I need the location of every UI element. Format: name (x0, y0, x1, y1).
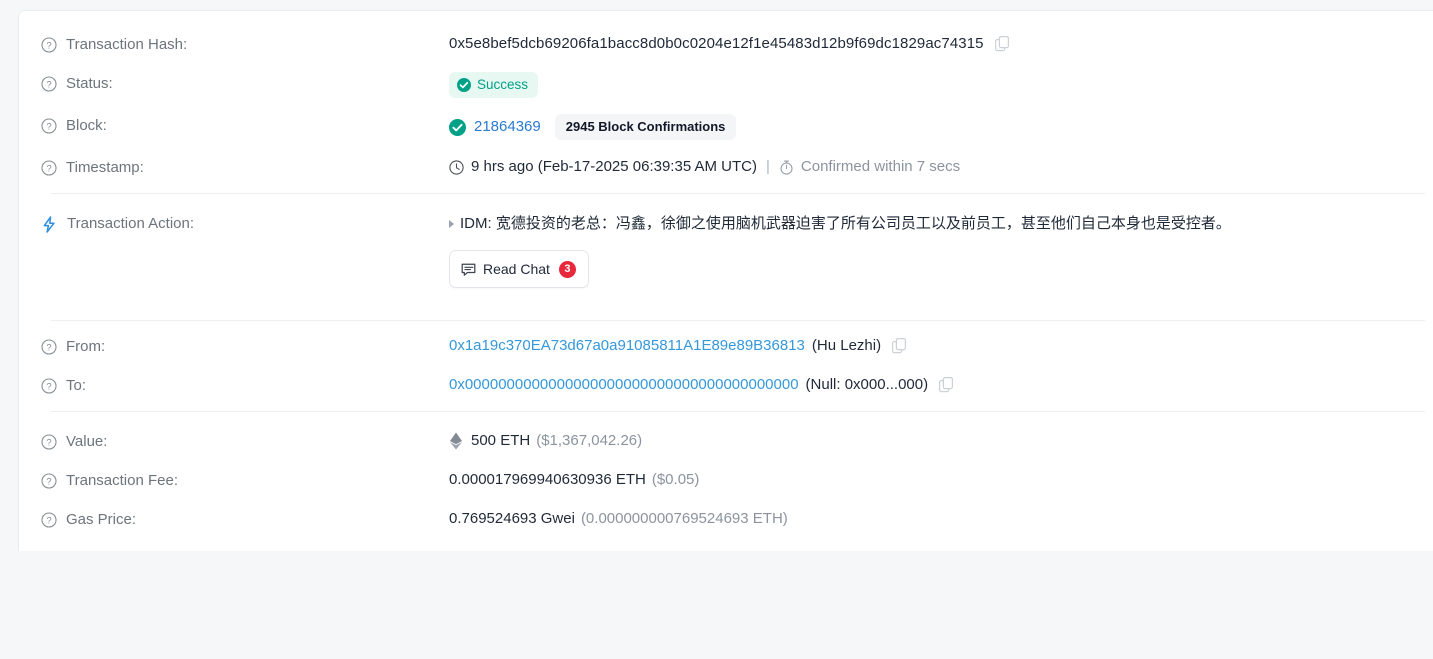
value-transaction-fee: 0.000017969940630936 ETH ($0.05) (449, 469, 1425, 491)
from-address-link[interactable]: 0x1a19c370EA73d67a0a91085811A1E89e89B368… (449, 335, 805, 357)
label-text: Block: (66, 117, 107, 134)
section-divider-1 (51, 193, 1425, 194)
label-text: Status: (66, 75, 113, 92)
read-chat-button[interactable]: Read Chat 3 (449, 250, 589, 288)
transaction-action-line: IDM: 宽德投资的老总：冯鑫，徐御之使用脑机武器迫害了所有公司员工以及前员工，… (449, 212, 1425, 236)
block-confirmations-badge: 2945 Block Confirmations (554, 114, 737, 140)
row-gas-price: ? Gas Price: 0.769524693 Gwei (0.0000000… (29, 500, 1425, 539)
row-transaction-action: Transaction Action: IDM: 宽德投资的老总：冯鑫，徐御之使… (29, 200, 1425, 314)
help-icon[interactable]: ? (41, 118, 57, 134)
svg-text:?: ? (46, 438, 51, 449)
read-chat-label: Read Chat (483, 261, 550, 277)
section-divider-2 (51, 320, 1425, 321)
row-value: ? Value: 500 ETH ($1,367,042.26) (29, 418, 1425, 461)
value-transaction-action: IDM: 宽德投资的老总：冯鑫，徐御之使用脑机武器迫害了所有公司员工以及前员工，… (449, 212, 1425, 288)
copy-icon[interactable] (892, 338, 907, 354)
row-timestamp: ? Timestamp: 9 hrs ago (Feb-17-2025 06:3… (29, 148, 1425, 187)
transaction-hash-text: 0x5e8bef5dcb69206fa1bacc8d0b0c0204e12f1e… (449, 35, 984, 52)
read-chat-count-badge: 3 (558, 260, 576, 278)
ethereum-icon (449, 432, 463, 450)
label-text: From: (66, 338, 106, 355)
row-block: ? Block: 21864369 2945 Block Confirmatio… (29, 106, 1425, 148)
help-icon[interactable]: ? (41, 339, 57, 355)
fee-usd-amount: ($0.05) (651, 471, 700, 488)
to-address-link[interactable]: 0x00000000000000000000000000000000000000… (449, 374, 799, 396)
value-from: 0x1a19c370EA73d67a0a91085811A1E89e89B368… (449, 335, 1425, 357)
svg-text:?: ? (46, 382, 51, 393)
label-text: Value: (66, 433, 108, 450)
label-text: Transaction Hash: (66, 36, 188, 53)
fee-eth-amount: 0.000017969940630936 ETH (449, 471, 646, 488)
label-text: Transaction Fee: (66, 472, 178, 489)
label-block: ? Block: (29, 114, 449, 137)
label-gas-price: ? Gas Price: (29, 508, 449, 531)
value-eth-amount: 500 ETH (471, 432, 531, 449)
help-icon[interactable]: ? (41, 37, 57, 53)
transaction-details-page: ? Transaction Hash: 0x5e8bef5dcb69206fa1… (0, 0, 1433, 659)
label-to: ? To: (29, 374, 449, 397)
gas-price-gwei: 0.769524693 Gwei (449, 510, 575, 527)
label-from: ? From: (29, 335, 449, 358)
value-block: 21864369 2945 Block Confirmations (449, 114, 1425, 140)
timestamp-relative: 9 hrs ago (471, 158, 534, 175)
check-circle-icon (457, 78, 471, 92)
timestamp-absolute: (Feb-17-2025 06:39:35 AM UTC) (537, 158, 757, 175)
svg-text:?: ? (46, 516, 51, 527)
section-divider-3 (51, 411, 1425, 412)
label-text: Transaction Action: (67, 215, 195, 232)
value-status: Success (449, 72, 1425, 98)
chat-bubble-icon (461, 262, 476, 277)
transaction-action-text: IDM: 宽德投资的老总：冯鑫，徐御之使用脑机武器迫害了所有公司员工以及前员工，… (460, 215, 1231, 232)
status-text: Success (477, 77, 529, 92)
from-name-tag: (Hu Lezhi) (811, 337, 882, 354)
gas-price-eth: (0.000000000769524693 ETH) (580, 510, 788, 527)
label-text: Timestamp: (66, 159, 144, 176)
value-timestamp: 9 hrs ago (Feb-17-2025 06:39:35 AM UTC) … (449, 156, 1425, 178)
check-circle-filled-icon (449, 118, 466, 136)
row-from: ? From: 0x1a19c370EA73d67a0a91085811A1E8… (29, 327, 1425, 366)
card-content: ? Transaction Hash: 0x5e8bef5dcb69206fa1… (19, 25, 1433, 539)
svg-text:?: ? (46, 122, 51, 133)
timestamp-confirmed: Confirmed within 7 secs (800, 158, 961, 175)
help-icon[interactable]: ? (41, 160, 57, 176)
row-transaction-fee: ? Transaction Fee: 0.000017969940630936 … (29, 461, 1425, 500)
help-icon[interactable]: ? (41, 378, 57, 394)
value-usd-amount: ($1,367,042.26) (536, 432, 643, 449)
lightning-bolt-icon (41, 215, 58, 233)
value-to: 0x00000000000000000000000000000000000000… (449, 374, 1425, 396)
label-status: ? Status: (29, 72, 449, 95)
block-number-link[interactable]: 21864369 (474, 116, 541, 138)
label-text: To: (66, 377, 87, 394)
row-transaction-hash: ? Transaction Hash: 0x5e8bef5dcb69206fa1… (29, 25, 1425, 64)
value-amount: 500 ETH ($1,367,042.26) (449, 430, 1425, 452)
svg-text:?: ? (46, 343, 51, 354)
row-to: ? To: 0x00000000000000000000000000000000… (29, 366, 1425, 405)
copy-icon[interactable] (994, 36, 1010, 52)
caret-right-icon[interactable] (449, 220, 454, 228)
label-transaction-hash: ? Transaction Hash: (29, 33, 449, 56)
label-text: Gas Price: (66, 511, 137, 528)
label-transaction-fee: ? Transaction Fee: (29, 469, 449, 492)
label-transaction-action: Transaction Action: (29, 212, 449, 235)
transaction-details-card: ? Transaction Hash: 0x5e8bef5dcb69206fa1… (18, 10, 1433, 551)
label-timestamp: ? Timestamp: (29, 156, 449, 179)
label-value: ? Value: (29, 430, 449, 453)
row-status: ? Status: Success (29, 64, 1425, 106)
to-name-tag: (Null: 0x000...000) (805, 376, 929, 393)
help-icon[interactable]: ? (41, 76, 57, 92)
value-gas-price: 0.769524693 Gwei (0.000000000769524693 E… (449, 508, 1425, 530)
timestamp-separator: | (766, 158, 770, 175)
status-badge: Success (449, 72, 539, 98)
svg-text:?: ? (46, 477, 51, 488)
help-icon[interactable]: ? (41, 473, 57, 489)
value-transaction-hash: 0x5e8bef5dcb69206fa1bacc8d0b0c0204e12f1e… (449, 33, 1425, 55)
help-icon[interactable]: ? (41, 512, 57, 528)
clock-icon (449, 159, 464, 175)
help-icon[interactable]: ? (41, 434, 57, 450)
svg-text:?: ? (46, 164, 51, 175)
svg-text:?: ? (46, 41, 51, 52)
svg-text:?: ? (46, 80, 51, 91)
copy-icon[interactable] (939, 377, 954, 393)
stopwatch-icon (779, 159, 794, 175)
